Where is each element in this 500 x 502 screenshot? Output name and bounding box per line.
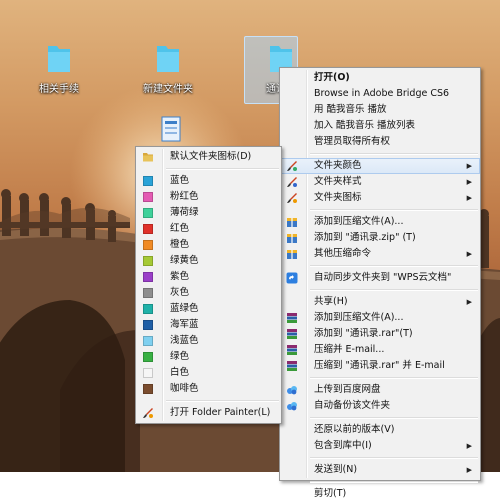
color-swatch-icon [143, 208, 153, 218]
submenu-item-color-teal[interactable]: 蓝绿色 [136, 301, 281, 317]
color-swatch-icon [143, 256, 153, 266]
desktop-icon-1[interactable]: 新建文件夹 [133, 42, 203, 95]
menu-item-rar-add-archive[interactable]: 添加到压缩文件(A)... [280, 310, 480, 326]
menu-item-rar-add-named[interactable]: 添加到 "通讯录.rar"(T) [280, 326, 480, 342]
menu-item-add-to-zip[interactable]: 添加到 "通讯录.zip" (T) [280, 230, 480, 246]
menu-item-share[interactable]: 共享(H) ▶ [280, 294, 480, 310]
color-swatch-icon [143, 192, 153, 202]
menu-item-open[interactable]: 打开(O) [280, 70, 480, 86]
menu-item-add-to-archive[interactable]: 添加到压缩文件(A)... [280, 214, 480, 230]
menu-item-folder-icon[interactable]: 文件夹图标 ▶ [280, 190, 480, 206]
submenu-item-color-yellow-green[interactable]: 绿黄色 [136, 253, 281, 269]
baidu-cloud-icon [287, 402, 297, 411]
menu-separator [310, 377, 478, 379]
archive-icon [287, 234, 297, 243]
folder-icon [48, 46, 70, 72]
menu-separator [310, 209, 478, 211]
submenu-item-color-gray[interactable]: 灰色 [136, 285, 281, 301]
color-swatch-icon [143, 304, 153, 314]
submenu-item-color-white[interactable]: 白色 [136, 365, 281, 381]
menu-separator [310, 481, 478, 483]
menu-item-play-kuwo[interactable]: 用 酷我音乐 播放 [280, 102, 480, 118]
chevron-right-icon: ▶ [466, 250, 472, 258]
brush-icon [143, 408, 153, 418]
color-swatch-icon [143, 240, 153, 250]
winrar-icon [287, 361, 297, 371]
menu-item-include-library[interactable]: 包含到库中(I) ▶ [280, 438, 480, 454]
menu-item-rar-named-email[interactable]: 压缩到 "通讯录.rar" 并 E-mail [280, 358, 480, 374]
menu-item-cut[interactable]: 剪切(T) [280, 486, 480, 502]
menu-item-baidu-backup[interactable]: 自动备份该文件夹 [280, 398, 480, 414]
menu-item-wps-sync[interactable]: 自动同步文件夹到 "WPS云文档" [280, 270, 480, 286]
menu-separator [166, 168, 279, 170]
submenu-item-color-coffee[interactable]: 咖啡色 [136, 381, 281, 397]
chevron-right-icon: ▶ [466, 442, 472, 450]
menu-item-take-ownership[interactable]: 管理员取得所有权 [280, 134, 480, 150]
winrar-icon [287, 329, 297, 339]
color-swatch-icon [143, 224, 153, 234]
archive-icon [287, 218, 297, 227]
color-swatch-icon [143, 320, 153, 330]
winrar-icon [287, 345, 297, 355]
brush-icon [287, 193, 297, 203]
menu-item-send-to[interactable]: 发送到(N) ▶ [280, 462, 480, 478]
chevron-right-icon: ▶ [466, 466, 472, 474]
submenu-item-color-green[interactable]: 绿色 [136, 349, 281, 365]
chevron-right-icon: ▶ [466, 298, 472, 306]
menu-separator [310, 457, 478, 459]
menu-separator [310, 417, 478, 419]
color-swatch-icon [143, 336, 153, 346]
menu-item-folder-color[interactable]: 文件夹颜色 ▶ [280, 158, 480, 174]
submenu-item-color-mint[interactable]: 薄荷绿 [136, 205, 281, 221]
brush-icon [287, 177, 297, 187]
submenu-item-color-blue[interactable]: 蓝色 [136, 173, 281, 189]
menu-item-rar-email[interactable]: 压缩并 E-mail... [280, 342, 480, 358]
menu-separator [310, 265, 478, 267]
cloud-sync-icon [286, 272, 298, 284]
menu-item-add-kuwo-playlist[interactable]: 加入 酷我音乐 播放列表 [280, 118, 480, 134]
color-swatch-icon [143, 384, 153, 394]
color-swatch-icon [143, 272, 153, 282]
color-swatch-icon [143, 352, 153, 362]
submenu-item-open-folder-painter[interactable]: 打开 Folder Painter(L) [136, 405, 281, 421]
menu-item-restore-previous[interactable]: 还原以前的版本(V) [280, 422, 480, 438]
chevron-right-icon: ▶ [466, 178, 472, 186]
submenu-item-color-red[interactable]: 红色 [136, 221, 281, 237]
menu-separator [310, 289, 478, 291]
menu-item-browse-in-bridge[interactable]: Browse in Adobe Bridge CS6 [280, 86, 480, 102]
context-menu: 打开(O) Browse in Adobe Bridge CS6 用 酷我音乐 … [279, 67, 481, 499]
color-swatch-icon [143, 288, 153, 298]
winrar-icon [287, 313, 297, 323]
desktop-icon-label: 新建文件夹 [143, 84, 193, 95]
folder-icon [143, 153, 153, 162]
menu-item-baidu-upload[interactable]: 上传到百度网盘 [280, 382, 480, 398]
submenu-item-color-orange[interactable]: 橙色 [136, 237, 281, 253]
baidu-cloud-icon [287, 386, 297, 395]
submenu-item-color-navy[interactable]: 海军蓝 [136, 317, 281, 333]
brush-icon [287, 161, 297, 171]
submenu-item-color-purple[interactable]: 紫色 [136, 269, 281, 285]
folder-color-submenu: 默认文件夹图标(D) 蓝色 粉红色 薄荷绿 红色 橙色 绿黄色 紫色 灰色 蓝绿… [135, 146, 282, 424]
chevron-right-icon: ▶ [466, 194, 472, 202]
archive-icon [287, 250, 297, 259]
menu-item-other-compression[interactable]: 其他压缩命令 ▶ [280, 246, 480, 262]
folder-icon [157, 46, 179, 72]
submenu-item-color-light-blue[interactable]: 浅蓝色 [136, 333, 281, 349]
chevron-right-icon: ▶ [466, 162, 472, 170]
menu-separator [166, 400, 279, 402]
desktop-icon-0[interactable]: 相关手续 [24, 42, 94, 95]
document-icon [161, 116, 181, 142]
menu-separator [310, 153, 478, 155]
submenu-item-color-pink[interactable]: 粉红色 [136, 189, 281, 205]
color-swatch-icon [143, 368, 153, 378]
desktop-file-icon[interactable] [160, 116, 182, 142]
menu-item-folder-style[interactable]: 文件夹样式 ▶ [280, 174, 480, 190]
desktop-icon-label: 相关手续 [39, 84, 79, 95]
submenu-item-default-folder-icon[interactable]: 默认文件夹图标(D) [136, 149, 281, 165]
color-swatch-icon [143, 176, 153, 186]
